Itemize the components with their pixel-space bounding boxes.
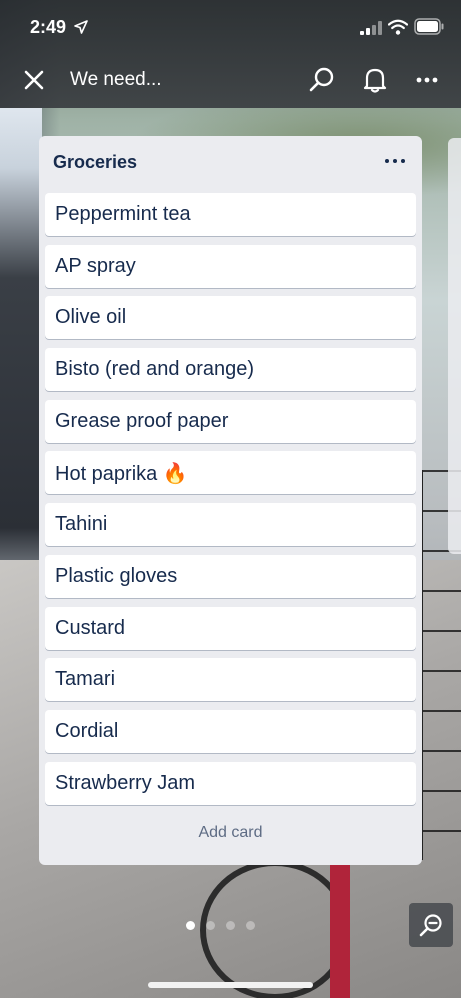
zoom-out-icon [419, 914, 442, 937]
list-menu-icon[interactable] [381, 150, 409, 172]
location-arrow-icon [74, 20, 88, 34]
page-dot[interactable] [206, 921, 215, 930]
bell-icon[interactable] [361, 66, 389, 94]
add-card-button[interactable]: Add card [39, 824, 422, 854]
card-title: Plastic gloves [55, 564, 178, 587]
cellular-signal-icon [360, 21, 382, 35]
card-title: Grease proof paper [55, 409, 229, 432]
page-dot-active[interactable] [186, 921, 195, 930]
card[interactable]: Strawberry Jam [45, 761, 416, 805]
board-title: We need... [70, 69, 162, 90]
card-title: Custard [55, 616, 126, 639]
card-title: Bisto (red and orange) [55, 358, 255, 381]
card-title: Cordial [55, 719, 119, 742]
card-title: Strawberry Jam [55, 771, 196, 794]
card[interactable]: Bisto (red and orange) [45, 348, 416, 392]
card-title: AP spray [55, 254, 136, 277]
list-title[interactable]: Groceries [53, 152, 137, 173]
list-header: Groceries [39, 136, 422, 188]
board-header: 2:49 We need... [0, 0, 461, 108]
card-title: Olive oil [55, 306, 127, 329]
list-groceries: Groceries Peppermint tea AP spray Olive … [39, 136, 422, 865]
card-list: Peppermint tea AP spray Olive oil Bisto … [45, 193, 416, 813]
card[interactable]: Peppermint tea [45, 193, 416, 236]
card-title: Peppermint tea [55, 203, 191, 225]
page-indicator [186, 921, 276, 933]
battery-icon [414, 18, 444, 35]
search-icon[interactable] [308, 66, 336, 94]
more-icon[interactable] [413, 66, 441, 94]
card-title: Hot paprika 🔥 [55, 463, 188, 486]
status-time: 2:49 [30, 17, 67, 37]
card[interactable]: Grease proof paper [45, 399, 416, 443]
status-bar: 2:49 [0, 0, 461, 56]
card[interactable]: AP spray [45, 244, 416, 288]
zoom-out-button[interactable] [409, 903, 453, 947]
card-title: Tahini [55, 513, 108, 536]
close-icon[interactable] [22, 68, 46, 92]
page-dot[interactable] [246, 921, 255, 930]
next-list-peek[interactable] [448, 138, 461, 554]
card[interactable]: Custard [45, 606, 416, 650]
card[interactable]: Olive oil [45, 296, 416, 340]
card[interactable]: Cordial [45, 709, 416, 753]
background-storefront [0, 108, 42, 568]
background-bike-frame [330, 860, 350, 998]
page-dot[interactable] [226, 921, 235, 930]
card[interactable]: Plastic gloves [45, 554, 416, 598]
home-indicator[interactable] [148, 982, 313, 988]
card[interactable]: Tahini [45, 503, 416, 547]
card[interactable]: Tamari [45, 658, 416, 702]
card[interactable]: Hot paprika 🔥 [45, 451, 416, 495]
card-title: Tamari [55, 668, 116, 691]
wifi-icon [388, 19, 408, 35]
